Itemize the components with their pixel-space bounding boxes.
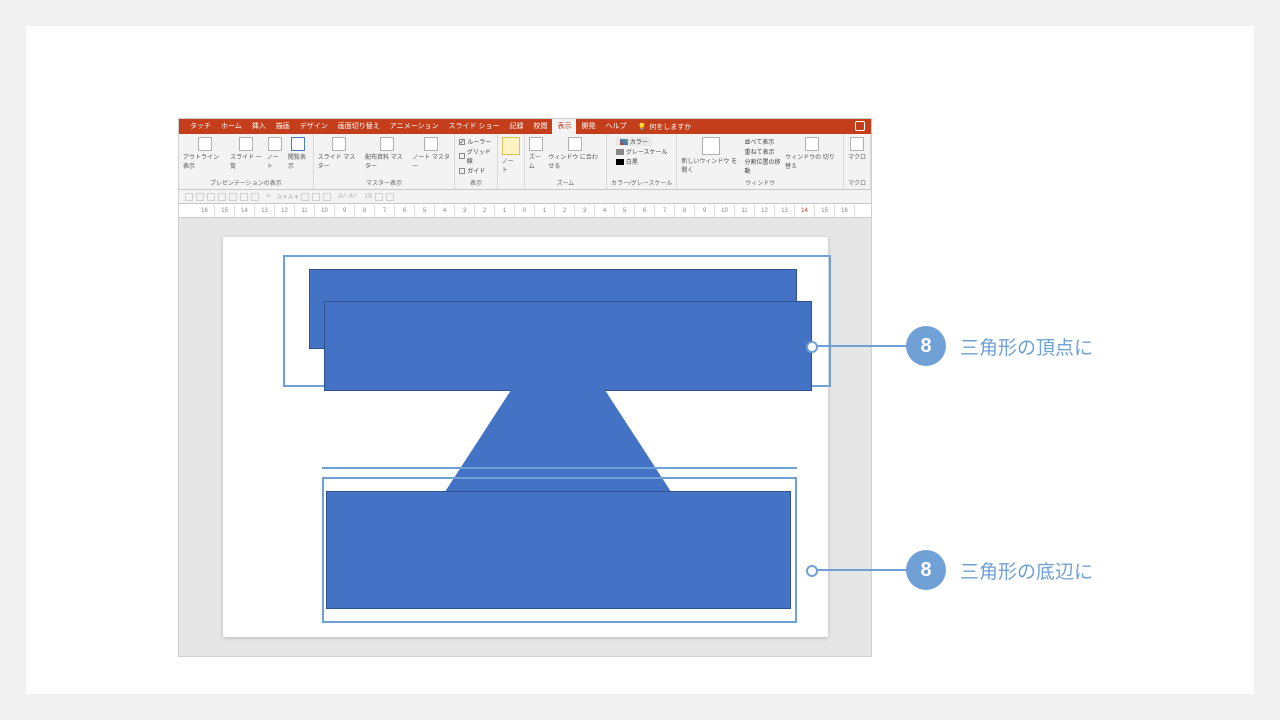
group-label: マクロ	[848, 178, 866, 187]
tab-review[interactable]: 校閲	[528, 119, 552, 134]
qat-icon[interactable]	[386, 193, 394, 201]
qat-icon[interactable]	[240, 193, 248, 201]
callout-bottom: 8 三角形の底辺に	[812, 550, 1093, 590]
tab-help[interactable]: ヘルプ	[600, 119, 631, 134]
group-macros: マクロ マクロ	[844, 134, 871, 189]
callout-text: 三角形の底辺に	[960, 557, 1093, 584]
qat-icon[interactable]	[301, 193, 309, 201]
tab-transitions[interactable]: 画面切り替え	[333, 119, 385, 134]
group-label: 表示	[470, 178, 482, 187]
ribbon-tab-bar: タッチ ホーム 挿入 描画 デザイン 画面切り替え アニメーション スライド シ…	[179, 119, 871, 134]
lightbulb-icon: 💡	[637, 123, 646, 131]
grayscale-button[interactable]: グレースケール	[616, 147, 668, 156]
tab-insert[interactable]: 挿入	[247, 119, 271, 134]
group-label: ズーム	[556, 178, 574, 187]
rectangle-shape[interactable]	[324, 301, 812, 391]
tab-view[interactable]: 表示	[552, 119, 576, 134]
tab-draw[interactable]: 描画	[271, 119, 295, 134]
group-zoom: ズーム ウィンドウ に合わせる ズーム	[525, 134, 607, 189]
powerpoint-window: タッチ ホーム 挿入 描画 デザイン 画面切り替え アニメーション スライド シ…	[178, 118, 872, 657]
tab-slideshow[interactable]: スライド ショー	[444, 119, 505, 134]
color-button[interactable]: カラー	[616, 137, 652, 146]
qat-icon[interactable]	[207, 193, 215, 201]
switch-windows-button[interactable]: ウィンドウの 切り替え	[785, 137, 839, 170]
share-icon[interactable]	[855, 121, 865, 131]
magnifier-icon	[529, 137, 543, 151]
ruler-checkbox[interactable]: ルーラー	[459, 137, 491, 146]
fit-window-button[interactable]: ウィンドウ に合わせる	[548, 137, 602, 170]
group-window: 新しいウィンドウ を開く 並べて表示 重ねて表示 分割位置の移動 ウィンドウの …	[677, 134, 844, 189]
notes-master-button[interactable]: ノート マスター	[412, 137, 450, 170]
callout-text: 三角形の頂点に	[960, 333, 1093, 360]
callout-top: 8 三角形の頂点に	[812, 326, 1093, 366]
tell-me-search[interactable]: 💡 何をしますか	[637, 122, 691, 132]
group-notes: ノー ト	[498, 134, 525, 189]
selection-line	[322, 467, 797, 469]
qat-icon[interactable]	[375, 193, 383, 201]
horizontal-ruler[interactable]: 1615141312111098765432101234567891011121…	[179, 204, 871, 218]
group-show: ルーラー グリッド線 ガイド 表示	[455, 134, 497, 189]
qat-icon[interactable]	[312, 193, 320, 201]
group-color-grayscale: カラー グレースケール 白黒 カラー/グレースケール	[607, 134, 677, 189]
slide-edit-area[interactable]	[179, 218, 871, 656]
slide-sorter-button[interactable]: スライド 一覧	[230, 137, 263, 170]
handout-master-button[interactable]: 配布資料 マスター	[365, 137, 408, 170]
notes-toggle-button[interactable]: ノー ト	[502, 137, 520, 174]
qat-icon[interactable]	[218, 193, 226, 201]
tell-me-label: 何をしますか	[649, 122, 691, 132]
group-label: カラー/グレースケール	[611, 178, 672, 187]
tab-record[interactable]: 記録	[504, 119, 528, 134]
quick-access-toolbar: ≡ A ▾ A ▾ A˄ A˅ 18	[179, 190, 871, 204]
ribbon-body: アウトライン 表示 スライド 一覧 ノー ト 閲覧表示 プレゼンテーションの表示…	[179, 134, 871, 190]
new-window-button[interactable]: 新しいウィンドウ を開く	[681, 137, 740, 174]
slide-master-button[interactable]: スライド マスター	[318, 137, 361, 170]
rectangle-shape[interactable]	[326, 491, 791, 609]
cascade-button[interactable]: 重ねて表示	[744, 147, 774, 156]
font-size-value[interactable]: 18	[364, 193, 372, 200]
callout-leader	[812, 345, 908, 347]
qat-icon[interactable]	[323, 193, 331, 201]
qat-icon[interactable]	[229, 193, 237, 201]
slide-canvas[interactable]	[223, 237, 828, 637]
callout-leader	[812, 569, 908, 571]
macros-button[interactable]: マクロ	[848, 137, 866, 161]
arrange-all-button[interactable]: 並べて表示	[744, 137, 774, 146]
zoom-button[interactable]: ズーム	[529, 137, 545, 170]
tab-touch[interactable]: タッチ	[185, 119, 216, 134]
reading-view-button[interactable]: 閲覧表示	[288, 137, 309, 170]
group-label: マスター表示	[366, 178, 402, 187]
group-label: プレゼンテーションの表示	[210, 178, 282, 187]
tab-design[interactable]: デザイン	[295, 119, 333, 134]
step-badge: 8	[906, 550, 946, 590]
notes-page-button[interactable]: ノー ト	[267, 137, 284, 170]
blackwhite-button[interactable]: 白黒	[616, 157, 638, 166]
group-presentation-views: アウトライン 表示 スライド 一覧 ノー ト 閲覧表示 プレゼンテーションの表示	[179, 134, 314, 189]
tab-animations[interactable]: アニメーション	[385, 119, 444, 134]
page-background: タッチ ホーム 挿入 描画 デザイン 画面切り替え アニメーション スライド シ…	[26, 26, 1254, 694]
step-badge: 8	[906, 326, 946, 366]
qat-icon[interactable]	[196, 193, 204, 201]
tab-developer[interactable]: 開発	[576, 119, 600, 134]
group-master-views: スライド マスター 配布資料 マスター ノート マスター マスター表示	[314, 134, 456, 189]
trapezoid-shape[interactable]	[446, 387, 671, 491]
guides-checkbox[interactable]: ガイド	[459, 166, 485, 175]
qat-icon[interactable]	[185, 193, 193, 201]
tab-home[interactable]: ホーム	[216, 119, 247, 134]
outline-view-button[interactable]: アウトライン 表示	[183, 137, 226, 170]
move-split-button[interactable]: 分割位置の移動	[744, 157, 781, 175]
group-label: ウィンドウ	[745, 178, 775, 187]
gridlines-checkbox[interactable]: グリッド線	[459, 147, 492, 165]
qat-icon[interactable]	[251, 193, 259, 201]
